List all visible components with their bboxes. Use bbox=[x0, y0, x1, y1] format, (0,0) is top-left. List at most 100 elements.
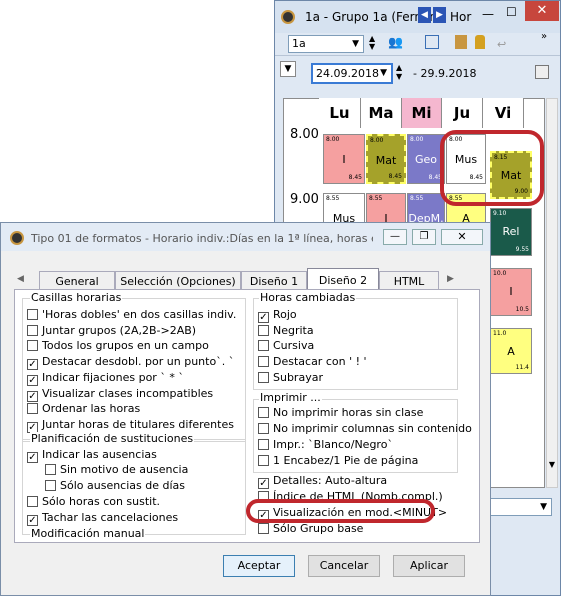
checkbox[interactable] bbox=[258, 356, 269, 367]
close-icon[interactable]: ✕ bbox=[525, 1, 559, 21]
checkbox-checked[interactable]: ✓ bbox=[27, 375, 38, 386]
tab-seleccion[interactable]: Selección (Opciones) bbox=[115, 271, 241, 291]
checkbox-label: Todos los grupos en un campo bbox=[42, 339, 209, 352]
tab-scroll-right-icon[interactable]: ▶ bbox=[447, 274, 454, 284]
checkbox-row[interactable]: Sólo ausencias de días bbox=[45, 478, 185, 493]
date-end: - 29.9.2018 bbox=[413, 67, 477, 80]
checkbox[interactable] bbox=[45, 464, 56, 475]
minimize-icon[interactable]: — bbox=[482, 7, 496, 21]
grid-icon[interactable] bbox=[425, 35, 439, 49]
maximize-icon[interactable]: ☐ bbox=[506, 5, 520, 19]
checkbox[interactable] bbox=[258, 372, 269, 383]
cancel-button[interactable]: Cancelar bbox=[308, 555, 380, 577]
calendar-icon[interactable] bbox=[535, 65, 549, 79]
checkbox[interactable] bbox=[27, 325, 38, 336]
checkbox-row[interactable]: Sólo horas con sustit. bbox=[27, 494, 160, 509]
accept-button[interactable]: Aceptar bbox=[223, 555, 295, 577]
tab-html[interactable]: HTML bbox=[379, 271, 439, 291]
lesson-label: Mat bbox=[375, 154, 397, 167]
checkbox[interactable] bbox=[258, 523, 269, 534]
tab-scroll-left-icon[interactable]: ◀ bbox=[17, 274, 24, 284]
checkbox[interactable] bbox=[27, 340, 38, 351]
checkbox-label: Juntar horas de titulares diferentes bbox=[42, 418, 234, 431]
checkbox-row[interactable]: Ordenar las horas bbox=[27, 401, 140, 416]
checkbox[interactable] bbox=[258, 407, 269, 418]
undo-icon[interactable]: ↩ bbox=[497, 38, 506, 51]
checkbox-checked[interactable]: ✓ bbox=[27, 359, 38, 370]
checkbox-row[interactable]: Cursiva bbox=[258, 338, 314, 353]
tab-diseno-1[interactable]: Diseño 1 bbox=[241, 271, 307, 291]
toolbar-divider bbox=[275, 55, 560, 56]
lesson-label: I bbox=[342, 153, 346, 166]
checkbox-row[interactable]: Subrayar bbox=[258, 370, 323, 385]
overflow-icon[interactable]: » bbox=[541, 31, 547, 42]
checkbox-row[interactable]: ✓ Indicar las ausencias bbox=[27, 447, 157, 463]
lesson-cell[interactable]: 10.0 I 10.5 bbox=[490, 268, 532, 316]
lock-icon[interactable] bbox=[475, 35, 485, 49]
checkbox-row[interactable]: Destacar con ' ! ' bbox=[258, 354, 367, 369]
minimize-button[interactable]: — bbox=[383, 229, 407, 245]
checkbox[interactable] bbox=[27, 496, 38, 507]
checkbox-row[interactable]: No imprimir columnas sin contenido bbox=[258, 421, 472, 436]
dialog-title: Tipo 01 de formatos - Horario indiv.:Día… bbox=[31, 232, 373, 245]
spin-icon[interactable]: ▲ ▼ bbox=[369, 35, 375, 51]
checkbox-row[interactable]: ✓ Juntar horas de titulares diferentes bbox=[27, 417, 234, 433]
date-field[interactable]: 24.09.2018 ▼ bbox=[311, 63, 393, 84]
day-header: Mi bbox=[402, 98, 442, 128]
tab-general[interactable]: General bbox=[39, 271, 115, 291]
checkbox-row[interactable]: 'Horas dobles' en dos casillas indiv. bbox=[27, 307, 236, 322]
restore-button[interactable]: ❐ bbox=[412, 229, 436, 245]
casillas-label: Casillas horarias bbox=[30, 291, 123, 304]
checkbox[interactable] bbox=[258, 325, 269, 336]
lesson-cell[interactable]: 9.10 Rel 9.55 bbox=[490, 208, 532, 256]
nav-right-icon[interactable]: ▶ bbox=[433, 7, 446, 23]
lesson-cell[interactable]: 8.00 I 8.45 bbox=[323, 134, 365, 184]
checkbox-row[interactable]: Juntar grupos (2A,2B->2AB) bbox=[27, 323, 196, 338]
checkbox-row[interactable]: Sin motivo de ausencia bbox=[45, 462, 188, 477]
vertical-scrollbar[interactable] bbox=[546, 98, 558, 488]
options-dropdown-icon[interactable]: ▼ bbox=[280, 61, 296, 77]
checkbox-row[interactable]: No imprimir horas sin clase bbox=[258, 405, 423, 420]
checkbox[interactable] bbox=[27, 309, 38, 320]
checkbox-checked[interactable]: ✓ bbox=[258, 478, 269, 489]
checkbox-row[interactable]: ✓ Indicar fijaciones por ` * ` bbox=[27, 370, 184, 386]
lesson-end: 9.55 bbox=[515, 246, 529, 253]
checkbox-row[interactable]: ✓ Rojo bbox=[258, 307, 297, 323]
checkbox-row[interactable]: Sólo Grupo base bbox=[258, 521, 363, 536]
class-select[interactable]: 1a ▼ bbox=[288, 35, 364, 53]
lesson-start: 8.00 bbox=[370, 137, 384, 144]
checkbox-row[interactable]: ✓ Destacar desdobl. por un punto`. ` bbox=[27, 354, 234, 370]
checkbox[interactable] bbox=[258, 340, 269, 351]
lesson-cell[interactable]: 8.00 Mat 8.45 bbox=[366, 134, 406, 184]
date-spin-icon[interactable]: ▲ ▼ bbox=[396, 63, 402, 81]
checkbox-checked[interactable]: ✓ bbox=[258, 312, 269, 323]
checkbox-row[interactable]: ✓ Detalles: Auto-altura bbox=[258, 473, 387, 489]
checkbox-label: Subrayar bbox=[273, 371, 323, 384]
close-button[interactable]: ✕ bbox=[441, 229, 483, 245]
checkbox[interactable] bbox=[45, 480, 56, 491]
checkbox[interactable] bbox=[27, 403, 38, 414]
scroll-down-icon[interactable]: ▼ bbox=[546, 460, 558, 474]
export-icon[interactable] bbox=[455, 35, 467, 49]
time-label: 9.00 bbox=[290, 192, 319, 207]
bottom-select[interactable]: ▼ bbox=[490, 498, 552, 516]
checkbox-row[interactable]: ✓ Tachar las cancelaciones bbox=[27, 510, 178, 526]
checkbox-row[interactable]: Todos los grupos en un campo bbox=[27, 338, 209, 353]
people-icon[interactable]: 👥 bbox=[388, 35, 403, 49]
checkbox-row[interactable]: Impr.: `Blanco/Negro` bbox=[258, 437, 393, 452]
apply-button[interactable]: Aplicar bbox=[393, 555, 465, 577]
checkbox-row[interactable]: ✓ Visualizar clases incompatibles bbox=[27, 386, 213, 402]
checkbox-row[interactable]: 1 Encabez/1 Pie de página bbox=[258, 453, 418, 468]
checkbox[interactable] bbox=[258, 455, 269, 466]
checkbox-checked[interactable]: ✓ bbox=[27, 452, 38, 463]
nav-left-icon[interactable]: ◀ bbox=[418, 7, 431, 23]
checkbox[interactable] bbox=[258, 439, 269, 450]
lesson-cell[interactable]: 11.0 A 11.4 bbox=[490, 328, 532, 374]
lesson-start: 8.00 bbox=[410, 136, 424, 143]
checkbox-checked[interactable]: ✓ bbox=[27, 515, 38, 526]
highlight-oval-lessons bbox=[440, 130, 544, 206]
checkbox[interactable] bbox=[258, 423, 269, 434]
app-icon bbox=[281, 10, 295, 24]
checkbox-label: Sólo horas con sustit. bbox=[42, 495, 161, 508]
checkbox-row[interactable]: Negrita bbox=[258, 323, 314, 338]
